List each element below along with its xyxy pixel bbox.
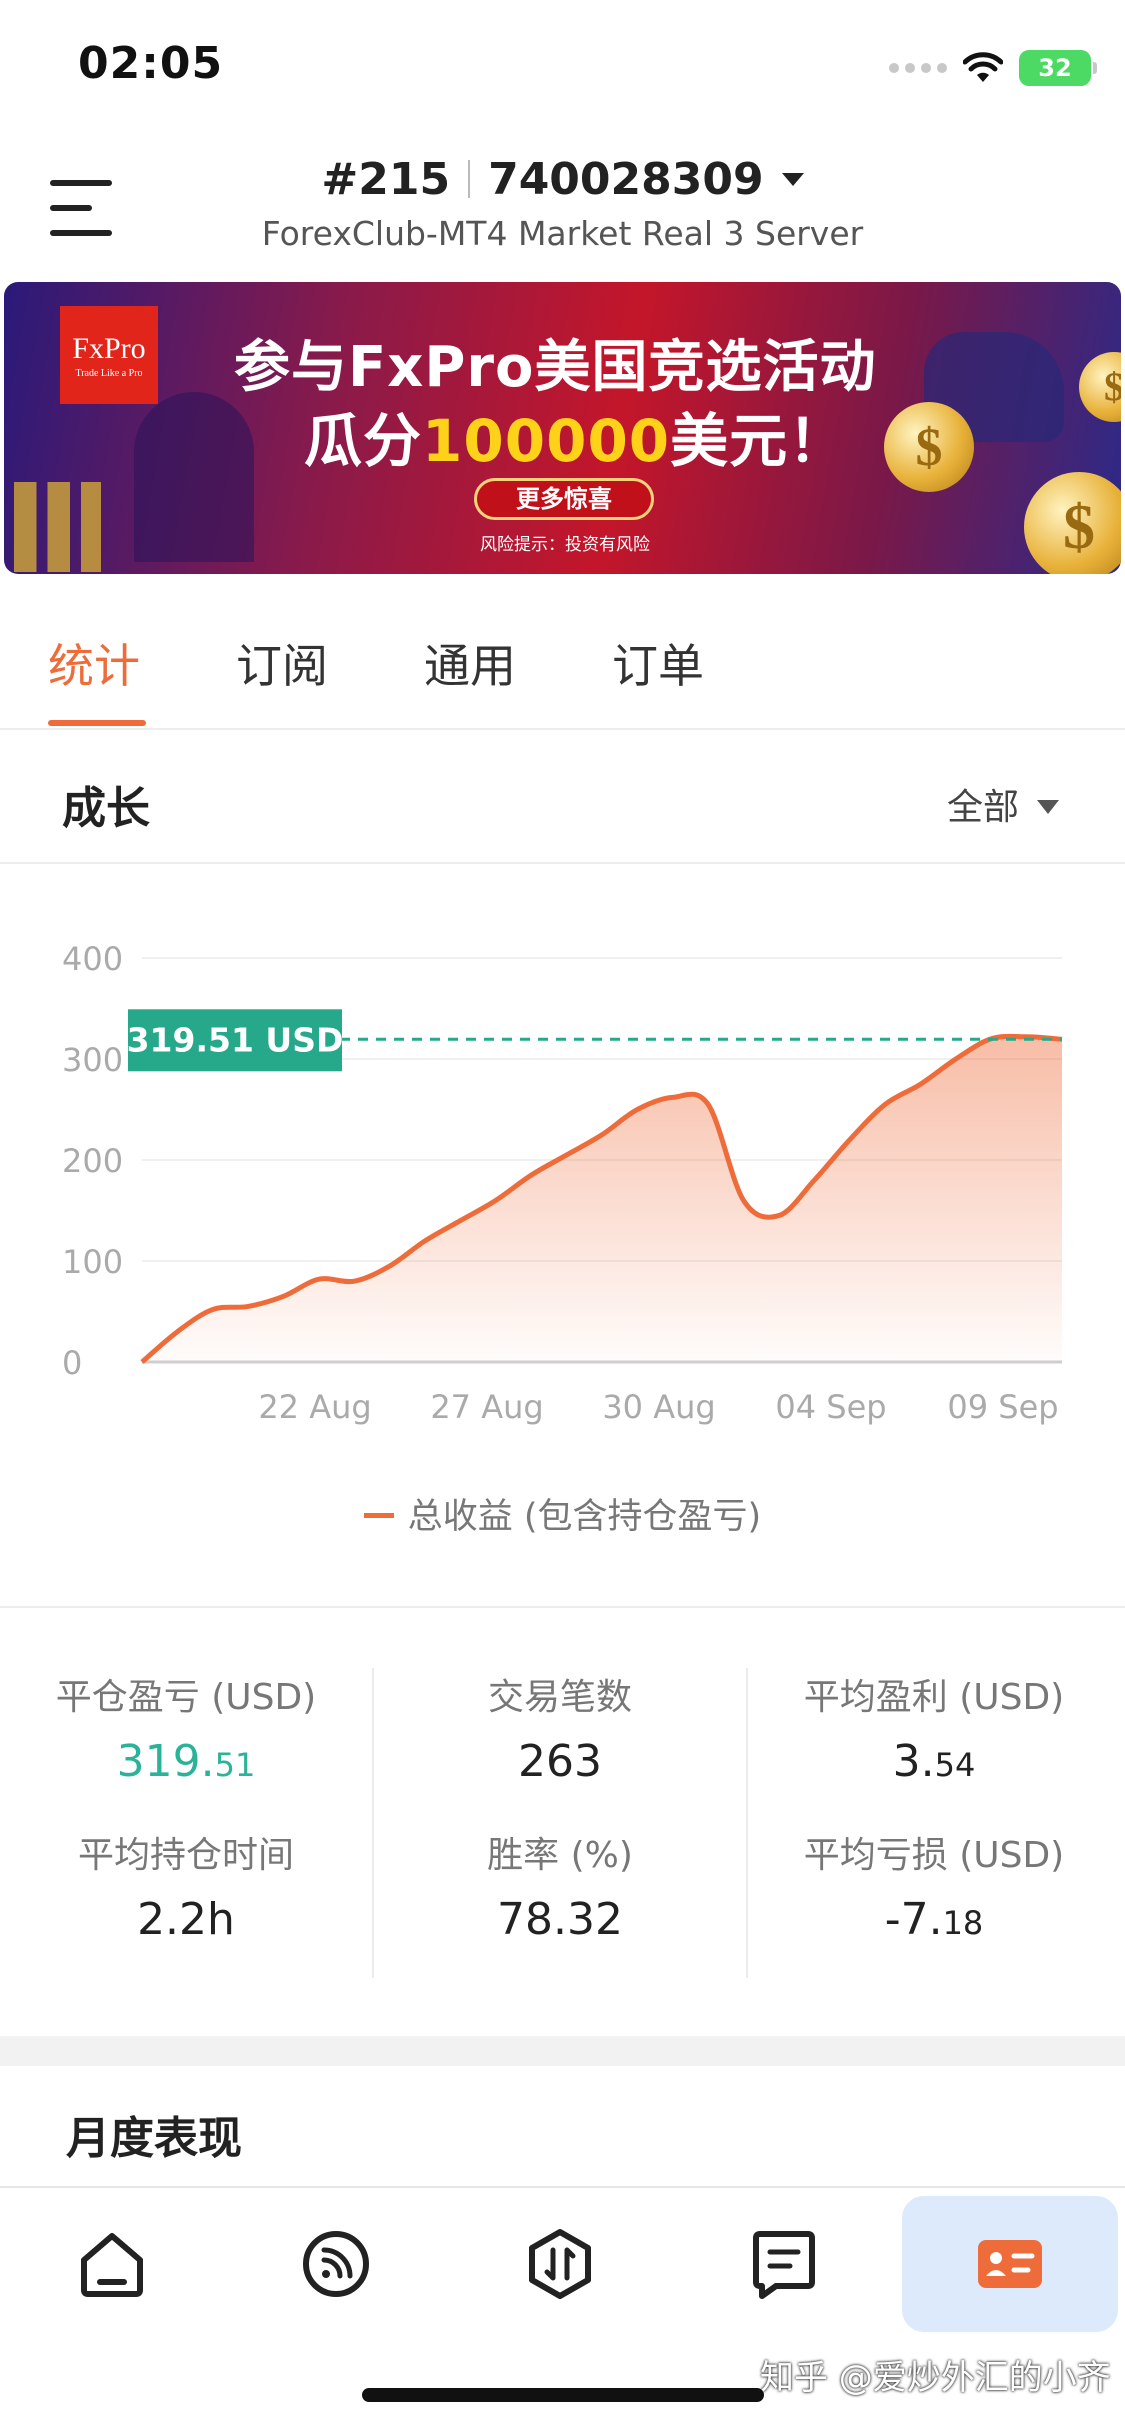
- watermark: 知乎 @爱炒外汇的小齐: [760, 2358, 1111, 2398]
- server-name: ForexClub-MT4 Market Real 3 Server: [261, 214, 864, 253]
- stat-value: 78.32: [497, 1894, 623, 1945]
- stat-value: 319.51: [116, 1736, 256, 1787]
- fxpro-logo: FxPro Trade Like a Pro: [60, 306, 158, 404]
- home-indicator[interactable]: [362, 2388, 764, 2402]
- tab-general[interactable]: 通用: [424, 630, 516, 696]
- stat-label: 胜率 (%): [487, 1835, 633, 1876]
- nav-orders[interactable]: [676, 2196, 892, 2332]
- stat-label: 平均盈利 (USD): [803, 1677, 1065, 1718]
- account-selector[interactable]: #215 740028309: [0, 154, 1125, 205]
- signal-icon: [889, 63, 947, 73]
- trade-icon: [529, 2229, 591, 2299]
- stat-label: 平仓盈亏 (USD): [55, 1677, 317, 1718]
- growth-title: 成长: [62, 783, 150, 834]
- capitol-decoration: [134, 392, 254, 562]
- home-icon: [81, 2233, 143, 2297]
- status-bar: 02:05 32: [0, 0, 1125, 130]
- risk-note: 风险提示：投资有风险: [480, 535, 650, 555]
- stat-avg-hold: 平均持仓时间 2.2h: [0, 1826, 372, 1945]
- account-number: 740028309: [488, 154, 764, 205]
- stat-value: 2.2h: [137, 1894, 235, 1945]
- section-divider: [0, 2036, 1125, 2066]
- account-index: #215: [321, 154, 451, 205]
- coin-decoration: $: [1024, 472, 1121, 574]
- stat-value: -7.18: [884, 1894, 984, 1945]
- banner-title: 参与FxPro美国竞选活动: [234, 335, 877, 400]
- x-tick-label: 30 Aug: [602, 1388, 715, 1426]
- chart-legend: 总收益 (包含持仓盈亏): [0, 1488, 1125, 1539]
- y-tick-label: 300: [62, 1041, 123, 1079]
- nav-trade[interactable]: [452, 2196, 668, 2332]
- tab-bar: 统计 订阅 通用 订单: [0, 590, 1125, 730]
- gold-bars-decoration: [14, 482, 154, 572]
- y-tick-label: 100: [62, 1243, 123, 1281]
- legend-label: 总收益 (包含持仓盈亏): [407, 1497, 762, 1537]
- status-icons: 32: [889, 48, 1097, 88]
- caret-down-icon: [1037, 800, 1059, 814]
- stat-label: 平均亏损 (USD): [803, 1835, 1065, 1876]
- status-time: 02:05: [78, 38, 224, 89]
- stat-closed-pl: 平仓盈亏 (USD) 319.51: [0, 1668, 372, 1787]
- stat-avg-loss: 平均亏损 (USD) -7.18: [748, 1826, 1120, 1945]
- y-tick-label: 0: [62, 1344, 82, 1382]
- nav-home[interactable]: [4, 2196, 220, 2332]
- tab-subscribe[interactable]: 订阅: [236, 630, 328, 696]
- legend-swatch: [363, 1513, 394, 1518]
- stat-trades: 交易笔数 263: [374, 1668, 746, 1787]
- growth-header: 成长 全部: [0, 732, 1125, 864]
- banner-subtitle: 瓜分100000美元！: [304, 407, 848, 475]
- stat-label: 交易笔数: [487, 1677, 632, 1718]
- feed-icon: [303, 2231, 369, 2297]
- stat-value: 3.54: [892, 1736, 976, 1787]
- battery-icon: 32: [1019, 50, 1097, 86]
- coin-decoration: $: [1079, 352, 1121, 422]
- promo-banner[interactable]: FxPro Trade Like a Pro 参与FxPro美国竞选活动 瓜分1…: [4, 282, 1121, 574]
- chevron-down-icon: [781, 173, 804, 186]
- profile-card-icon: [978, 2240, 1042, 2288]
- nav-feed[interactable]: [228, 2196, 444, 2332]
- growth-chart-svg: 0 100 200 300 400 22 Aug 27 Aug 30 Aug 04 Sep 09 …: [62, 940, 1063, 1426]
- stat-label: 平均持仓时间: [77, 1835, 294, 1876]
- stats-grid: 平仓盈亏 (USD) 319.51 交易笔数 263 平均盈利 (USD) 3.…: [0, 1606, 1125, 2036]
- orders-icon: [753, 2231, 815, 2299]
- coin-decoration: $: [884, 402, 974, 492]
- period-filter[interactable]: 全部: [947, 778, 1059, 830]
- more-surprises-button[interactable]: 更多惊喜: [474, 478, 654, 520]
- x-tick-label: 04 Sep: [775, 1388, 886, 1426]
- y-tick-label: 400: [62, 940, 123, 978]
- wifi-icon: [963, 52, 1003, 82]
- nav-profile[interactable]: [902, 2196, 1118, 2332]
- stat-win-rate: 胜率 (%) 78.32: [374, 1826, 746, 1945]
- series-area: [142, 1036, 1062, 1362]
- stat-value: 263: [518, 1736, 602, 1787]
- x-tick-label: 27 Aug: [430, 1388, 543, 1426]
- current-value-label: 319.51 USD: [127, 1020, 344, 1059]
- stat-avg-profit: 平均盈利 (USD) 3.54: [748, 1668, 1120, 1787]
- growth-chart: 0 100 200 300 400 22 Aug 27 Aug 30 Aug 04 Sep 09 …: [0, 866, 1125, 1606]
- tab-statistics[interactable]: 统计: [48, 630, 140, 696]
- y-tick-label: 200: [62, 1142, 123, 1180]
- account-header: #215 740028309 ForexClub-MT4 Market Real …: [0, 130, 1125, 280]
- x-tick-label: 22 Aug: [258, 1388, 371, 1426]
- active-tab-indicator: [48, 720, 146, 726]
- tab-orders[interactable]: 订单: [612, 630, 704, 696]
- x-tick-label: 09 Sep: [947, 1388, 1058, 1426]
- monthly-title: 月度表现: [66, 2113, 242, 2164]
